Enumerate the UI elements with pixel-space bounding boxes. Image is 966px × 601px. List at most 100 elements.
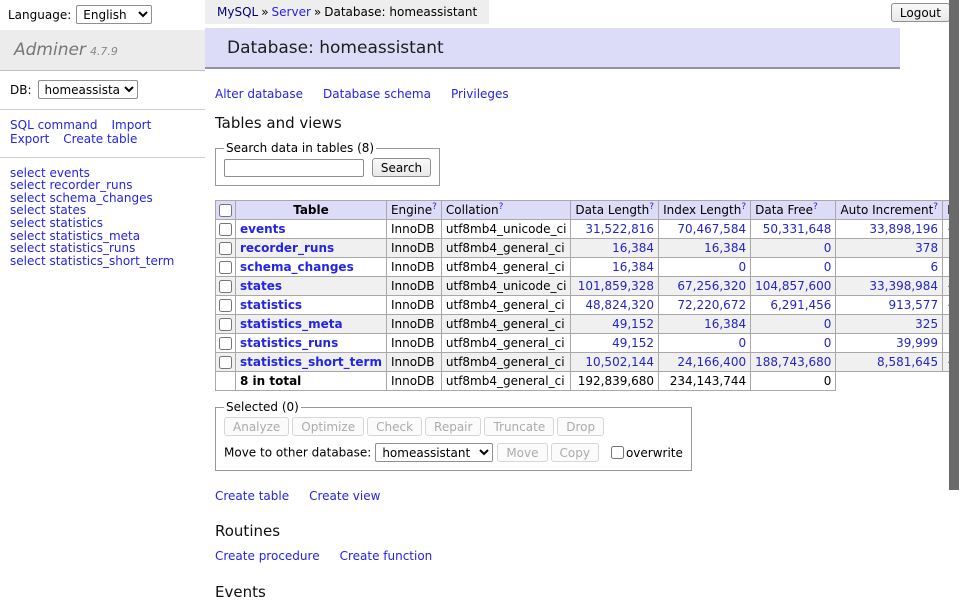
create-table-link-sidebar[interactable]: Create table — [63, 132, 137, 146]
row-checkbox[interactable] — [219, 242, 232, 255]
search-input[interactable] — [224, 159, 364, 177]
total-name: 8 in total — [236, 372, 387, 391]
row-checkbox-cell — [216, 258, 236, 277]
table-row: events InnoDButf8mb4_unicode_ci31,522,816… — [216, 220, 966, 239]
cell-data-length: 31,522,816 — [571, 220, 659, 239]
table-name-cell: states — [236, 277, 387, 296]
routines-heading: Routines — [215, 522, 900, 540]
page-title: Database: homeassistant — [205, 28, 900, 69]
breadcrumb-server-link[interactable]: Server — [272, 5, 311, 19]
table-row: statisticsInnoDButf8mb4_general_ci48,824… — [216, 296, 966, 315]
row-checkbox-cell — [216, 334, 236, 353]
move-label: Move to other database: — [224, 446, 371, 460]
cell-data-length: 101,859,328 — [571, 277, 659, 296]
cell-auto-increment: 39,999 — [836, 334, 943, 353]
table-name-link[interactable]: events — [240, 222, 286, 236]
row-checkbox[interactable] — [219, 356, 232, 369]
optimize-button[interactable]: Optimize — [292, 417, 364, 436]
privileges-link[interactable]: Privileges — [451, 87, 509, 101]
cell-data-free: 0 — [751, 334, 836, 353]
sidebar: Language:English Adminer4.7.9 DB:homeass… — [0, 0, 205, 276]
sidebar-table-link-statistics-short-term[interactable]: select statistics_short_term — [10, 254, 174, 268]
export-link[interactable]: Export — [10, 132, 49, 146]
cell-index-length: 16,384 — [659, 315, 751, 334]
db-form: DB:homeassistant — [0, 71, 205, 110]
table-name-link[interactable]: statistics_short_term — [240, 355, 382, 369]
db-select[interactable]: homeassistant — [38, 80, 138, 99]
database-schema-link[interactable]: Database schema — [323, 87, 431, 101]
overwrite-checkbox[interactable] — [611, 446, 624, 459]
total-data-length: 192,839,680 — [571, 372, 659, 391]
selected-fieldset: Selected (0) AnalyzeOptimizeCheckRepairT… — [215, 400, 692, 471]
help-icon[interactable]: ? — [649, 202, 654, 212]
cell-collation: utf8mb4_general_ci — [441, 334, 571, 353]
help-icon[interactable]: ? — [432, 202, 437, 212]
cell-data-length: 49,152 — [571, 315, 659, 334]
cell-collation: utf8mb4_unicode_ci — [441, 220, 571, 239]
drop-button[interactable]: Drop — [557, 417, 604, 436]
cell-data-free: 104,857,600 — [751, 277, 836, 296]
language-select[interactable]: English — [76, 5, 152, 24]
cell-collation: utf8mb4_general_ci — [441, 258, 571, 277]
row-checkbox[interactable] — [219, 280, 232, 293]
help-icon[interactable]: ? — [813, 202, 818, 212]
cell-collation: utf8mb4_general_ci — [441, 239, 571, 258]
move-row: Move to other database: homeassistantMove… — [224, 443, 683, 462]
table-name-link[interactable]: statistics — [240, 298, 302, 312]
create-procedure-link[interactable]: Create procedure — [215, 549, 320, 563]
move-database-select[interactable]: homeassistant — [375, 443, 493, 462]
truncate-button[interactable]: Truncate — [484, 417, 554, 436]
cell-collation: utf8mb4_unicode_ci — [441, 277, 571, 296]
app-name: Adminer — [14, 40, 86, 60]
table-header-row: Table Engine? Collation? Data Length? In… — [216, 201, 966, 220]
scrollbar-thumb[interactable] — [949, 0, 959, 490]
table-name-link[interactable]: schema_changes — [240, 260, 354, 274]
search-button[interactable]: Search — [372, 158, 431, 177]
move-button[interactable]: Move — [497, 443, 547, 462]
cell-data-free: 0 — [751, 239, 836, 258]
create-table-link[interactable]: Create table — [215, 489, 289, 503]
database-nav-links: Alter database Database schema Privileges — [215, 87, 900, 101]
cell-auto-increment: 913,577 — [836, 296, 943, 315]
search-legend: Search data in tables (8) — [224, 141, 376, 155]
cell-data-free: 6,291,456 — [751, 296, 836, 315]
sql-command-link[interactable]: SQL command — [10, 118, 97, 132]
tables-overview-table: Table Engine? Collation? Data Length? In… — [215, 200, 966, 391]
analyze-button[interactable]: Analyze — [224, 417, 289, 436]
row-checkbox[interactable] — [219, 318, 232, 331]
table-name-cell: statistics_runs — [236, 334, 387, 353]
row-checkbox[interactable] — [219, 223, 232, 236]
tables-and-views-heading: Tables and views — [215, 114, 900, 132]
table-name-cell: statistics — [236, 296, 387, 315]
row-checkbox[interactable] — [219, 299, 232, 312]
import-link[interactable]: Import — [111, 118, 151, 132]
row-checkbox[interactable] — [219, 261, 232, 274]
check-button[interactable]: Check — [367, 417, 422, 436]
cell-auto-increment: 6 — [836, 258, 943, 277]
create-view-link[interactable]: Create view — [309, 489, 380, 503]
table-name-link[interactable]: recorder_runs — [240, 241, 334, 255]
breadcrumb-mysql-link[interactable]: MySQL — [217, 5, 258, 19]
help-icon[interactable]: ? — [933, 202, 938, 212]
logout-area: Logout — [891, 3, 950, 22]
row-checkbox-cell — [216, 239, 236, 258]
repair-button[interactable]: Repair — [425, 417, 481, 436]
row-checkbox[interactable] — [219, 337, 232, 350]
table-name-link[interactable]: statistics_runs — [240, 336, 338, 350]
table-name-link[interactable]: states — [240, 279, 282, 293]
help-icon[interactable]: ? — [741, 202, 746, 212]
copy-button[interactable]: Copy — [551, 443, 599, 462]
table-name-link[interactable]: statistics_meta — [240, 317, 343, 331]
cell-engine: InnoDB — [386, 220, 441, 239]
row-checkbox-cell — [216, 277, 236, 296]
cell-engine: InnoDB — [386, 258, 441, 277]
logout-button[interactable]: Logout — [891, 3, 950, 22]
total-empty-cell — [216, 372, 236, 391]
cell-data-length: 49,152 — [571, 334, 659, 353]
app-version[interactable]: 4.7.9 — [90, 45, 118, 58]
create-function-link[interactable]: Create function — [340, 549, 433, 563]
alter-database-link[interactable]: Alter database — [215, 87, 303, 101]
select-all-checkbox[interactable] — [219, 204, 232, 217]
events-heading: Events — [215, 583, 900, 601]
help-icon[interactable]: ? — [499, 202, 504, 212]
